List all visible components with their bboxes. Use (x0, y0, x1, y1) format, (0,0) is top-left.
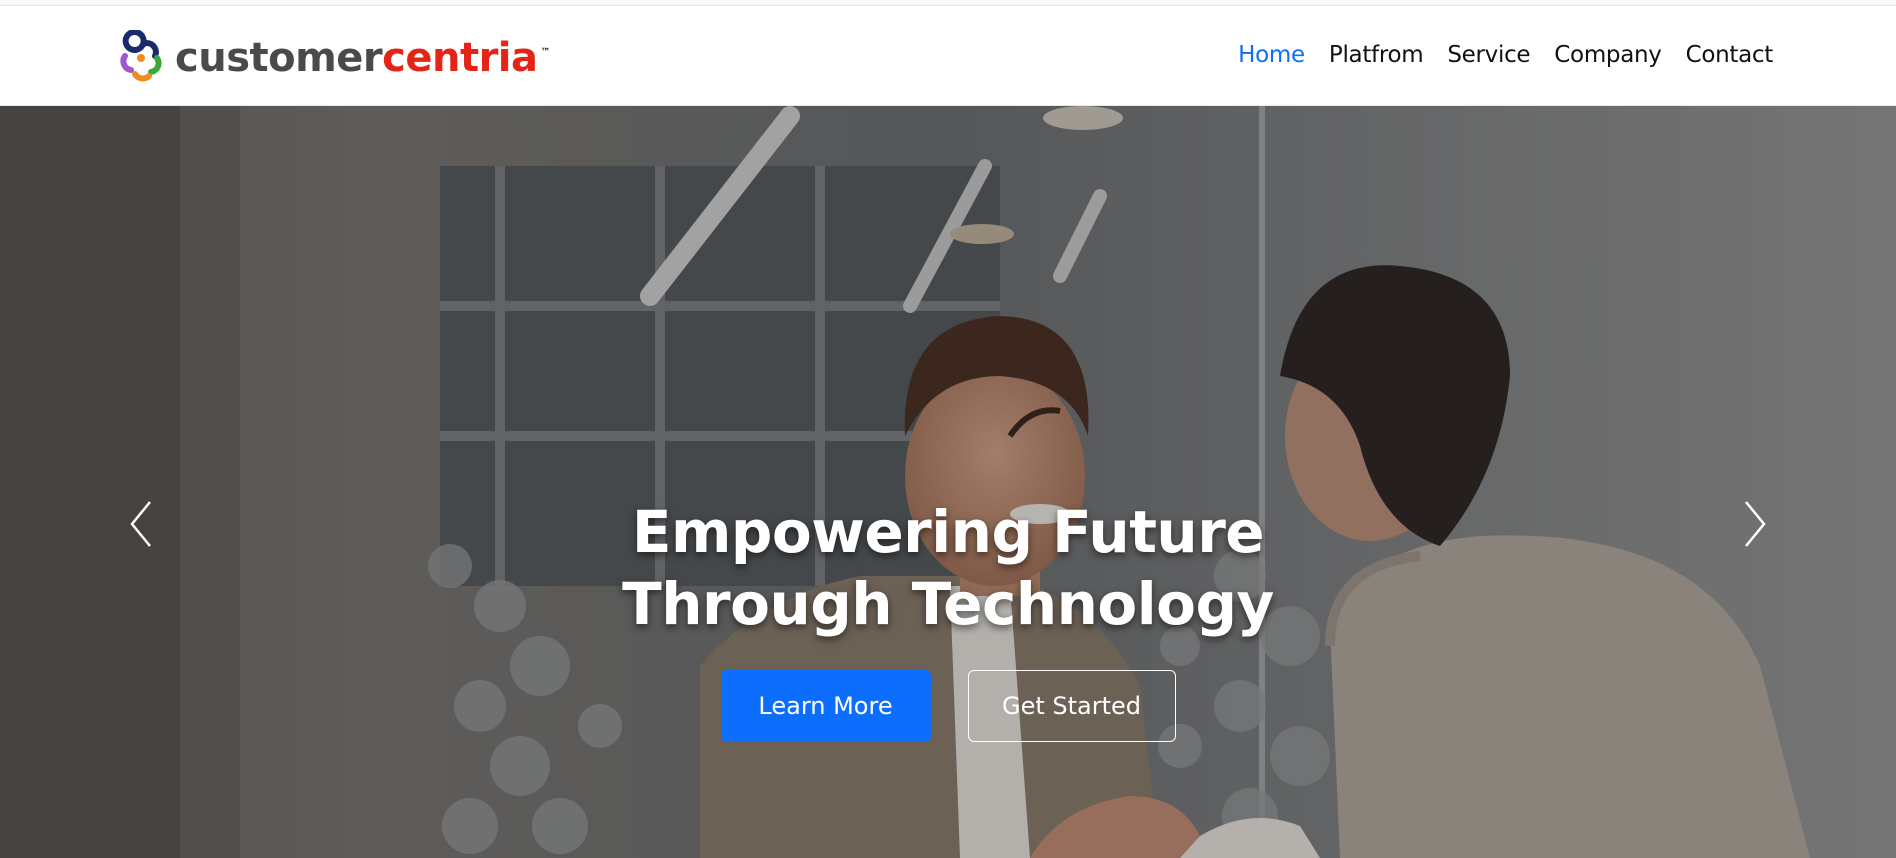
main-nav: Home Platfrom Service Company Contact (1214, 42, 1773, 68)
learn-more-button[interactable]: Learn More (720, 670, 931, 742)
trademark-symbol: ™ (540, 47, 551, 58)
brand-name-part1: customer (175, 35, 383, 81)
nav-service[interactable]: Service (1447, 42, 1530, 68)
nav-contact[interactable]: Contact (1686, 42, 1774, 68)
brand-name-part2: centria (382, 35, 538, 81)
nav-platform[interactable]: Platfrom (1329, 42, 1424, 68)
nav-home[interactable]: Home (1238, 42, 1305, 68)
hero-actions: Learn More Get Started (0, 670, 1896, 742)
brand-logo[interactable]: customercentria ™ (113, 30, 551, 86)
hero-carousel: Empowering Future Through Technology Lea… (0, 106, 1896, 858)
hero-caption: Empowering Future Through Technology Lea… (0, 496, 1896, 742)
logo-icon (120, 30, 162, 82)
get-started-button[interactable]: Get Started (967, 670, 1176, 742)
hero-overlay (0, 106, 1896, 858)
hero-headline: Empowering Future Through Technology (622, 498, 1274, 638)
navbar: customercentria ™ Home Platfrom Service … (0, 6, 1896, 106)
nav-company[interactable]: Company (1554, 42, 1662, 68)
